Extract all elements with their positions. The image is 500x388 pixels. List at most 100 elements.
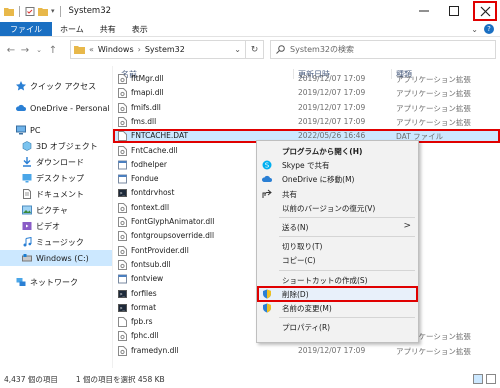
tab-file[interactable]: ファイル xyxy=(0,22,52,36)
dll-file-icon xyxy=(118,102,127,113)
toolbar-divider xyxy=(19,5,20,17)
folder-icon xyxy=(74,46,85,54)
title-bar: ▾ System32 xyxy=(0,0,500,22)
file-row[interactable]: framedyn.dll 2019/12/07 17:09 アプリケーション拡張 xyxy=(113,344,500,358)
download-icon xyxy=(23,157,31,167)
drive-icon xyxy=(22,254,32,262)
refresh-icon: ↻ xyxy=(250,44,259,55)
file-row[interactable]: fltMgr.dll 2019/12/07 17:09 アプリケーション拡張 xyxy=(113,72,500,86)
status-bar: 4,437 個の項目 1 個の項目を選択 458 KB xyxy=(0,370,500,388)
menu-item[interactable]: ショートカットの作成(S) xyxy=(258,273,417,287)
file-row[interactable]: fms.dll 2019/12/07 17:09 アプリケーション拡張 xyxy=(113,115,500,129)
sidebar-item-network[interactable]: ネットワーク xyxy=(0,274,112,290)
file-date: 2019/12/07 17:09 xyxy=(298,102,366,112)
forward-arrow-icon[interactable]: → xyxy=(18,45,32,56)
minimize-button[interactable] xyxy=(409,0,439,22)
file-name: fmapi.dll xyxy=(131,88,164,98)
new-folder-icon[interactable] xyxy=(38,7,48,16)
dll-file-icon xyxy=(118,259,127,270)
sidebar-item-windows-c[interactable]: Windows (C:) xyxy=(0,250,112,266)
maximize-button[interactable] xyxy=(439,0,469,22)
file-name: FontProvider.dll xyxy=(131,245,189,255)
menu-item[interactable]: 名前の変更(M) xyxy=(258,301,417,315)
svg-text:>_: >_ xyxy=(120,291,125,296)
skype-icon: S xyxy=(262,160,272,170)
music-icon xyxy=(23,237,32,247)
dll-file-icon xyxy=(118,245,127,256)
large-icons-view-icon[interactable] xyxy=(486,374,496,384)
menu-item-label: 送る(N) xyxy=(282,223,309,232)
sidebar-item-desktop[interactable]: デスクトップ xyxy=(0,170,112,186)
shield-icon xyxy=(263,303,271,313)
file-row[interactable]: fmifs.dll 2019/12/07 17:09 アプリケーション拡張 xyxy=(113,101,500,115)
ribbon-expand-icon[interactable]: ⌄ xyxy=(471,25,478,34)
breadcrumb-system32[interactable]: System32 xyxy=(145,45,185,54)
details-view-icon[interactable] xyxy=(473,374,483,384)
submenu-arrow-icon: > xyxy=(403,221,411,231)
context-menu: プログラムから開く(H) S Skype で共有 OneDrive に移動(M) 共有以… xyxy=(256,140,419,343)
sidebar-item-downloads[interactable]: ダウンロード xyxy=(0,154,112,170)
tab-view[interactable]: 表示 xyxy=(124,22,156,36)
menu-item[interactable]: プログラムから開く(H) xyxy=(258,144,417,158)
breadcrumb-overflow-icon[interactable]: « xyxy=(89,45,94,54)
folder-icon xyxy=(4,7,14,16)
file-name: fontdrvhost xyxy=(131,188,175,198)
menu-item-label: OneDrive に移動(M) xyxy=(282,175,355,185)
close-button[interactable] xyxy=(473,1,497,21)
dll-file-icon xyxy=(118,231,127,242)
file-name: fphc.dll xyxy=(131,331,159,341)
sidebar-item-quick-access[interactable]: クイック アクセス xyxy=(0,78,112,94)
address-dropdown-icon[interactable]: ⌄ xyxy=(234,45,241,54)
application-icon xyxy=(118,174,127,184)
sidebar-item-pc[interactable]: PC xyxy=(0,122,112,138)
properties-icon[interactable] xyxy=(25,6,35,16)
menu-item[interactable]: OneDrive に移動(M) xyxy=(258,172,417,186)
sidebar-item-music[interactable]: ミュージック xyxy=(0,234,112,250)
file-type: アプリケーション拡張 xyxy=(396,117,471,127)
menu-item[interactable]: 送る(N) > xyxy=(258,220,417,234)
selection-info: 1 個の項目を選択 458 KB xyxy=(75,374,165,384)
menu-item[interactable]: 切り取り(T) xyxy=(258,239,417,253)
console-app-icon: >_ xyxy=(118,303,127,312)
file-name: framedyn.dll xyxy=(131,345,179,355)
menu-item-label: 切り取り(T) xyxy=(282,242,323,252)
menu-item-label: プロパティ(R) xyxy=(282,323,331,333)
sidebar-item-label: デスクトップ xyxy=(36,173,84,183)
shield-icon xyxy=(263,289,271,299)
sidebar-item-pictures[interactable]: ピクチャ xyxy=(0,202,112,218)
file-name: fmifs.dll xyxy=(131,102,161,112)
menu-item-label: プログラムから開く(H) xyxy=(282,147,363,156)
menu-item[interactable]: 以前のバージョンの復元(V) xyxy=(258,201,417,215)
sidebar-item-label: ミュージック xyxy=(36,237,84,247)
tab-home[interactable]: ホーム xyxy=(52,22,92,36)
menu-item[interactable]: 削除(D) xyxy=(257,285,418,302)
menu-item[interactable]: プロパティ(R) xyxy=(258,320,417,334)
menu-item[interactable]: コピー(C) xyxy=(258,253,417,267)
desktop-icon xyxy=(22,174,32,183)
minimize-icon xyxy=(419,10,429,12)
file-type: アプリケーション拡張 xyxy=(396,103,471,113)
menu-item[interactable]: S Skype で共有 xyxy=(258,158,417,172)
sidebar-item-videos[interactable]: ビデオ xyxy=(0,218,112,234)
breadcrumb-chevron-icon[interactable]: › xyxy=(138,45,141,54)
sidebar-item-documents[interactable]: ドキュメント xyxy=(0,186,112,202)
search-icon xyxy=(276,45,285,54)
up-arrow-icon[interactable]: ↑ xyxy=(46,45,60,56)
breadcrumb-windows[interactable]: Windows xyxy=(98,45,134,54)
file-date: 2019/12/07 17:09 xyxy=(298,116,366,126)
menu-item[interactable]: 共有 xyxy=(258,187,417,201)
sidebar-item-label: ビデオ xyxy=(36,221,60,231)
tab-share[interactable]: 共有 xyxy=(92,22,124,36)
address-field[interactable]: « Windows › System32 ⌄ xyxy=(70,40,246,59)
quick-access-dropdown-icon[interactable]: ▾ xyxy=(51,7,55,15)
file-row[interactable]: fmapi.dll 2019/12/07 17:09 アプリケーション拡張 xyxy=(113,86,500,100)
recent-locations-icon[interactable]: ⌄ xyxy=(32,46,46,54)
sidebar-item-onedrive[interactable]: OneDrive - Personal xyxy=(0,100,112,116)
network-icon xyxy=(16,278,26,286)
sidebar-item-3d-objects[interactable]: 3D オブジェクト xyxy=(0,138,112,154)
search-input[interactable]: System32の検索 xyxy=(270,40,496,59)
menu-item-label: 以前のバージョンの復元(V) xyxy=(282,203,376,213)
refresh-button[interactable]: ↻ xyxy=(246,40,264,59)
help-icon[interactable]: ? xyxy=(484,24,494,34)
back-arrow-icon[interactable]: ← xyxy=(4,45,18,56)
